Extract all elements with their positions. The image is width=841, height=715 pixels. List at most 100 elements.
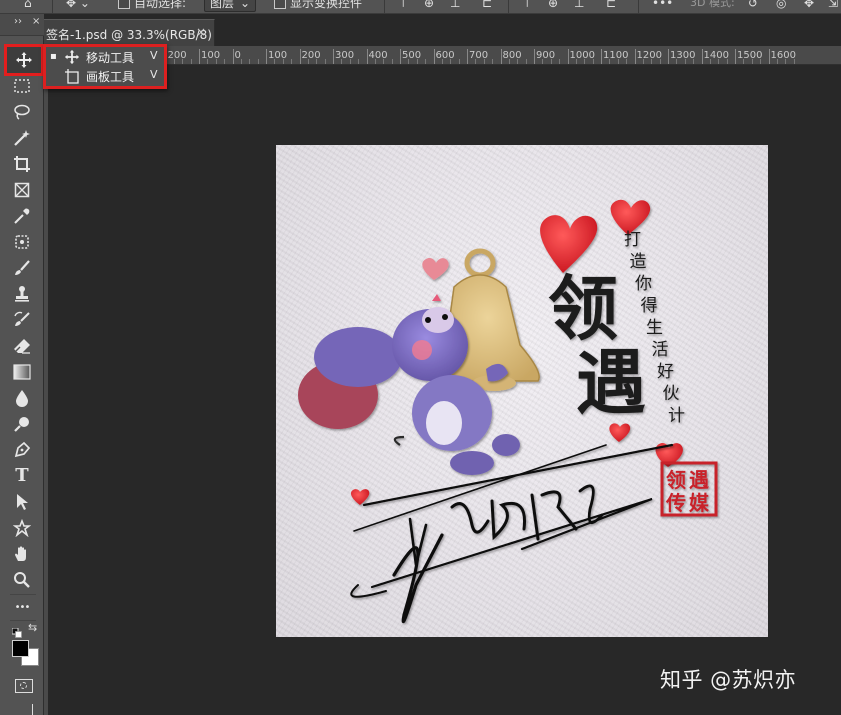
marquee-tool[interactable] [8, 74, 36, 98]
svg-text:领: 领 [666, 468, 686, 492]
tools-panel: ›› × T ••• ⇆ [0, 14, 44, 715]
slide-3d-icon[interactable]: ⇲ [828, 0, 838, 12]
ruler-minor-tick [475, 59, 477, 64]
heart-left [350, 489, 370, 505]
ruler-minor-tick [751, 59, 753, 64]
ruler-minor-tick [483, 59, 485, 64]
quick-select-tool[interactable] [8, 126, 36, 150]
gradient-tool[interactable] [8, 360, 36, 384]
roll-3d-icon[interactable]: ◎ [776, 0, 786, 12]
svg-text:遇: 遇 [689, 468, 709, 492]
ruler-minor-tick [726, 59, 728, 64]
align-left-icon[interactable]: ⊏ [482, 0, 492, 12]
dodge-tool[interactable] [8, 412, 36, 436]
chevron-down-icon: ⌄ [240, 0, 251, 10]
blur-tool[interactable] [8, 386, 36, 410]
swap-colors-icon[interactable]: ⇆ [28, 621, 37, 634]
ruler-major-tick [534, 49, 535, 64]
quick-mask-icon[interactable] [15, 679, 33, 693]
divider [638, 0, 639, 13]
history-brush-tool[interactable] [8, 308, 36, 332]
lasso-tool[interactable] [8, 100, 36, 124]
orbit-3d-icon[interactable]: ↺ [748, 0, 758, 12]
show-transform-checkbox[interactable] [274, 0, 286, 9]
auto-select-checkbox[interactable] [118, 0, 130, 9]
ruler-minor-tick [416, 59, 418, 64]
frame-tool[interactable] [8, 178, 36, 202]
eraser-tool[interactable] [8, 334, 36, 358]
brush-tool[interactable] [8, 256, 36, 280]
home-icon[interactable]: ⌂ [24, 0, 32, 12]
crop-tool[interactable] [8, 152, 36, 176]
zhihu-watermark: 知乎 @苏炽亦 [660, 668, 797, 692]
artboard-icon [64, 68, 80, 84]
slogan-char: 计 [668, 406, 685, 426]
path-select-tool[interactable] [8, 490, 36, 514]
title-char-1: 领 [548, 267, 618, 350]
ruler-minor-tick [550, 59, 552, 64]
flyout-item-move-tool[interactable]: ▪ 移动工具 V [46, 48, 164, 66]
ruler-major-tick [199, 49, 200, 64]
foreground-color-swatch[interactable] [12, 640, 29, 657]
flyout-item-shortcut: V [150, 49, 158, 62]
flyout-item-artboard-tool[interactable]: 画板工具 V [46, 67, 164, 85]
align-bottom-icon[interactable]: ⊥ [450, 0, 460, 12]
stamp-tool[interactable] [8, 282, 36, 306]
vertical-ruler[interactable] [44, 65, 48, 715]
hand-tool[interactable] [8, 542, 36, 566]
slogan-char: 伙 [663, 384, 680, 404]
align-middle-icon[interactable]: ⊕ [424, 0, 434, 12]
screen-mode-icon[interactable] [15, 704, 33, 715]
distribute-horizontal-icon[interactable]: ⊏ [606, 0, 616, 12]
pen-tool[interactable] [8, 438, 36, 462]
align-top-icon[interactable]: ⊤ [398, 0, 408, 12]
divider [10, 594, 36, 595]
options-bar: ⌂ ✥ ⌄ 自动选择: 图层 ⌄ 显示变换控件 ⊤ ⊕ ⊥ ⊏ ⊤ ⊕ ⊥ ⊏ … [0, 0, 841, 14]
move-icon [64, 49, 80, 65]
ruler-minor-tick [584, 59, 586, 64]
mode-3d-label: 3D 模式: [690, 0, 735, 9]
flyout-item-label: 画板工具 [86, 70, 135, 84]
ruler-major-tick [601, 49, 602, 64]
collapse-panel-icon[interactable]: ›› [14, 16, 22, 28]
close-panel-icon[interactable]: × [32, 16, 40, 28]
move-options-icon[interactable]: ✥ ⌄ [66, 0, 90, 12]
ruler-minor-tick [559, 59, 561, 64]
flyout-item-label: 移动工具 [86, 51, 135, 65]
distribute-top-icon[interactable]: ⊤ [522, 0, 532, 12]
distribute-middle-icon[interactable]: ⊕ [548, 0, 558, 12]
ruler-tick-label: 100 [268, 50, 288, 61]
distribute-bottom-icon[interactable]: ⊥ [574, 0, 584, 12]
drag-3d-icon[interactable]: ✥ [804, 0, 814, 12]
healing-tool[interactable] [8, 230, 36, 254]
ruler-minor-tick [776, 59, 778, 64]
arrow-icon [17, 494, 28, 510]
document-tab[interactable]: 签名-1.psd @ 33.3%(RGB/8) × [44, 19, 215, 46]
ruler-major-tick [299, 49, 301, 64]
type-tool[interactable]: T [8, 464, 36, 488]
ruler-minor-tick [249, 59, 251, 64]
eyedropper-tool[interactable] [8, 204, 36, 228]
ruler-minor-tick [642, 59, 644, 64]
slogan-char: 好 [657, 362, 674, 382]
ruler-tick-label: 1600 [770, 50, 796, 61]
ruler-minor-tick [760, 59, 762, 64]
more-tools[interactable]: ••• [8, 596, 36, 620]
zoom-tool[interactable] [8, 568, 36, 592]
ruler-tick-label: 1200 [636, 50, 662, 61]
ruler-minor-tick [785, 59, 787, 64]
shape-tool[interactable] [8, 516, 36, 540]
ruler-tick-label: 200 [301, 50, 321, 61]
dodge-icon [14, 417, 29, 432]
move-tool[interactable] [4, 44, 44, 76]
more-options-icon[interactable]: ••• [652, 0, 673, 12]
heart-mid-right [609, 423, 631, 442]
close-tab-icon[interactable]: × [196, 25, 206, 39]
document-canvas[interactable]: 领 遇 打造你得生活好伙计 领 遇 传 媒 [276, 145, 768, 637]
ruler-minor-tick [224, 59, 226, 64]
crop-icon [14, 156, 30, 172]
show-transform-label: 显示变换控件 [290, 0, 363, 10]
default-colors-icon[interactable] [11, 623, 22, 638]
history-brush-icon [14, 311, 30, 326]
ruler-major-tick [433, 49, 435, 64]
